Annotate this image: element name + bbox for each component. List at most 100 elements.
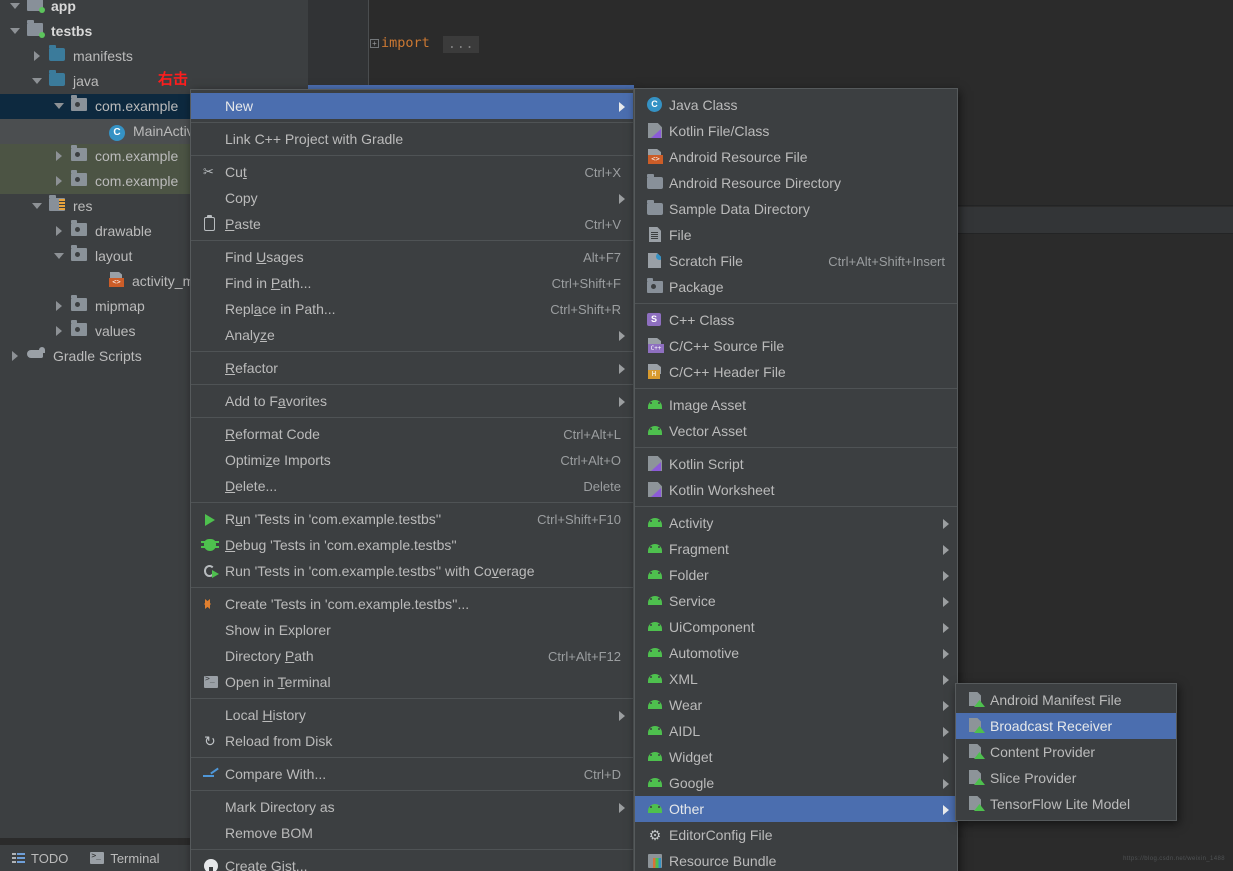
menu-item-activity[interactable]: Activity	[635, 510, 957, 536]
menu-item-tensorflow-lite-model[interactable]: TensorFlow Lite Model	[956, 791, 1176, 817]
menu-item-package[interactable]: Package	[635, 274, 957, 300]
tree-expand-arrow[interactable]	[54, 101, 65, 112]
menu-item-xml[interactable]: XML	[635, 666, 957, 692]
menu-item-kotlin-worksheet[interactable]: Kotlin Worksheet	[635, 477, 957, 503]
menu-item-compare-with[interactable]: Compare With... Ctrl+D	[191, 761, 633, 787]
menu-item-open-in-terminal[interactable]: Open in Terminal	[191, 669, 633, 695]
menu-item-sample-data-directory[interactable]: Sample Data Directory	[635, 196, 957, 222]
tree-item-app[interactable]: app	[0, 0, 308, 19]
menu-item-c-c-source-file[interactable]: C/C++ Source File	[635, 333, 957, 359]
menu-item-wear[interactable]: Wear	[635, 692, 957, 718]
menu-item-android-manifest-file[interactable]: Android Manifest File	[956, 687, 1176, 713]
menu-item-fragment[interactable]: Fragment	[635, 536, 957, 562]
menu-item-create-gist[interactable]: Create Gist...	[191, 853, 633, 871]
menu-item-file[interactable]: File	[635, 222, 957, 248]
menu-item-replace-in-path[interactable]: Replace in Path... Ctrl+Shift+R	[191, 296, 633, 322]
submenu-arrow-icon	[619, 397, 625, 407]
submenu-arrow-icon	[943, 805, 949, 815]
menu-item-editorconfig-file[interactable]: ⚙ EditorConfig File	[635, 822, 957, 848]
menu-item-find-usages[interactable]: Find Usages Alt+F7	[191, 244, 633, 270]
menu-item-c-c-header-file[interactable]: C/C++ Header File	[635, 359, 957, 385]
context-menu[interactable]: New Link C++ Project with Gradle ✂ Cut Ctrl+…	[190, 89, 634, 871]
tree-expand-arrow[interactable]	[54, 326, 65, 337]
menu-item-broadcast-receiver[interactable]: Broadcast Receiver	[956, 713, 1176, 739]
menu-item-slice-provider[interactable]: Slice Provider	[956, 765, 1176, 791]
submenu-arrow-icon	[943, 597, 949, 607]
menu-item-find-in-path[interactable]: Find in Path... Ctrl+Shift+F	[191, 270, 633, 296]
menu-item-optimize-imports[interactable]: Optimize Imports Ctrl+Alt+O	[191, 447, 633, 473]
menu-item-other[interactable]: Other	[635, 796, 957, 822]
tree-expand-arrow[interactable]	[10, 351, 21, 362]
todo-tool-button[interactable]: TODO	[12, 851, 68, 866]
tree-item-label: drawable	[95, 223, 152, 239]
menu-item-widget[interactable]: Widget	[635, 744, 957, 770]
folder-icon	[645, 174, 665, 192]
menu-item-show-in-explorer[interactable]: Show in Explorer	[191, 617, 633, 643]
menu-item-local-history[interactable]: Local History	[191, 702, 633, 728]
menu-item-resource-bundle[interactable]: Resource Bundle	[635, 848, 957, 871]
tree-expand-arrow[interactable]	[10, 1, 21, 12]
menu-item-google[interactable]: Google	[635, 770, 957, 796]
menu-item-create-tests-in-com-example-testbs[interactable]: Create 'Tests in 'com.example.testbs''..…	[191, 591, 633, 617]
android-manifest-icon	[966, 795, 986, 813]
submenu-arrow-icon	[943, 727, 949, 737]
menu-item-new[interactable]: New	[191, 93, 633, 119]
menu-item-mark-directory-as[interactable]: Mark Directory as	[191, 794, 633, 820]
menu-item-directory-path[interactable]: Directory Path Ctrl+Alt+F12	[191, 643, 633, 669]
menu-item-analyze[interactable]: Analyze	[191, 322, 633, 348]
menu-item-add-to-favorites[interactable]: Add to Favorites	[191, 388, 633, 414]
terminal-icon	[90, 851, 105, 864]
menu-item-aidl[interactable]: AIDL	[635, 718, 957, 744]
menu-item-paste[interactable]: Paste Ctrl+V	[191, 211, 633, 237]
menu-item-label: Mark Directory as	[225, 799, 335, 815]
menu-item-image-asset[interactable]: Image Asset	[635, 392, 957, 418]
package-icon	[645, 278, 665, 296]
code-folded-imports[interactable]: ...	[443, 36, 480, 53]
menu-item-java-class[interactable]: C Java Class	[635, 92, 957, 118]
todo-label: TODO	[31, 850, 69, 866]
tree-expand-arrow[interactable]	[54, 226, 65, 237]
tree-expand-arrow[interactable]	[32, 201, 43, 212]
menu-item-c-class[interactable]: S C++ Class	[635, 307, 957, 333]
menu-item-label: Run 'Tests in 'com.example.testbs'' with…	[225, 563, 535, 579]
tree-expand-arrow[interactable]	[54, 151, 65, 162]
android-manifest-icon	[966, 769, 986, 787]
folder-blue-icon	[49, 44, 65, 66]
tree-expand-arrow[interactable]	[54, 301, 65, 312]
menu-item-folder[interactable]: Folder	[635, 562, 957, 588]
menu-item-kotlin-script[interactable]: Kotlin Script	[635, 451, 957, 477]
new-submenu[interactable]: CJava Class Kotlin File/Class Android Reso…	[634, 88, 958, 871]
menu-item-kotlin-file-class[interactable]: Kotlin File/Class	[635, 118, 957, 144]
menu-item-refactor[interactable]: Refactor	[191, 355, 633, 381]
menu-item-reload-from-disk[interactable]: ↻ Reload from Disk	[191, 728, 633, 754]
menu-item-debug-tests-in-com-example-testbs[interactable]: Debug 'Tests in 'com.example.testbs''	[191, 532, 633, 558]
tree-expand-arrow[interactable]	[54, 251, 65, 262]
menu-item-run-tests-in-com-example-testbs-with-coverage[interactable]: Run 'Tests in 'com.example.testbs'' with…	[191, 558, 633, 584]
menu-item-vector-asset[interactable]: Vector Asset	[635, 418, 957, 444]
menu-item-label: C/C++ Source File	[669, 338, 785, 354]
menu-item-android-resource-file[interactable]: Android Resource File	[635, 144, 957, 170]
menu-item-automotive[interactable]: Automotive	[635, 640, 957, 666]
tree-expand-arrow[interactable]	[54, 176, 65, 187]
menu-item-copy[interactable]: Copy	[191, 185, 633, 211]
menu-item-label: Run 'Tests in 'com.example.testbs''	[225, 511, 442, 527]
menu-item-delete[interactable]: Delete... Delete	[191, 473, 633, 499]
menu-item-uicomponent[interactable]: UiComponent	[635, 614, 957, 640]
other-submenu[interactable]: Android Manifest File Broadcast Receiver C…	[955, 683, 1177, 821]
menu-item-link-c-project-with-gradle[interactable]: Link C++ Project with Gradle	[191, 126, 633, 152]
tree-item-testbs[interactable]: testbs	[0, 19, 308, 44]
code-fold-expand-icon[interactable]: +	[370, 39, 379, 48]
terminal-tool-button[interactable]: Terminal	[90, 851, 159, 866]
tree-item-manifests[interactable]: manifests	[0, 44, 308, 69]
tree-expand-arrow[interactable]	[32, 51, 43, 62]
menu-item-run-tests-in-com-example-testbs[interactable]: Run 'Tests in 'com.example.testbs'' Ctrl+…	[191, 506, 633, 532]
tree-expand-arrow[interactable]	[32, 76, 43, 87]
menu-item-android-resource-directory[interactable]: Android Resource Directory	[635, 170, 957, 196]
menu-item-content-provider[interactable]: Content Provider	[956, 739, 1176, 765]
menu-item-cut[interactable]: ✂ Cut Ctrl+X	[191, 159, 633, 185]
menu-item-service[interactable]: Service	[635, 588, 957, 614]
menu-item-scratch-file[interactable]: Scratch File Ctrl+Alt+Shift+Insert	[635, 248, 957, 274]
tree-expand-arrow[interactable]	[10, 26, 21, 37]
menu-item-reformat-code[interactable]: Reformat Code Ctrl+Alt+L	[191, 421, 633, 447]
menu-item-remove-bom[interactable]: Remove BOM	[191, 820, 633, 846]
